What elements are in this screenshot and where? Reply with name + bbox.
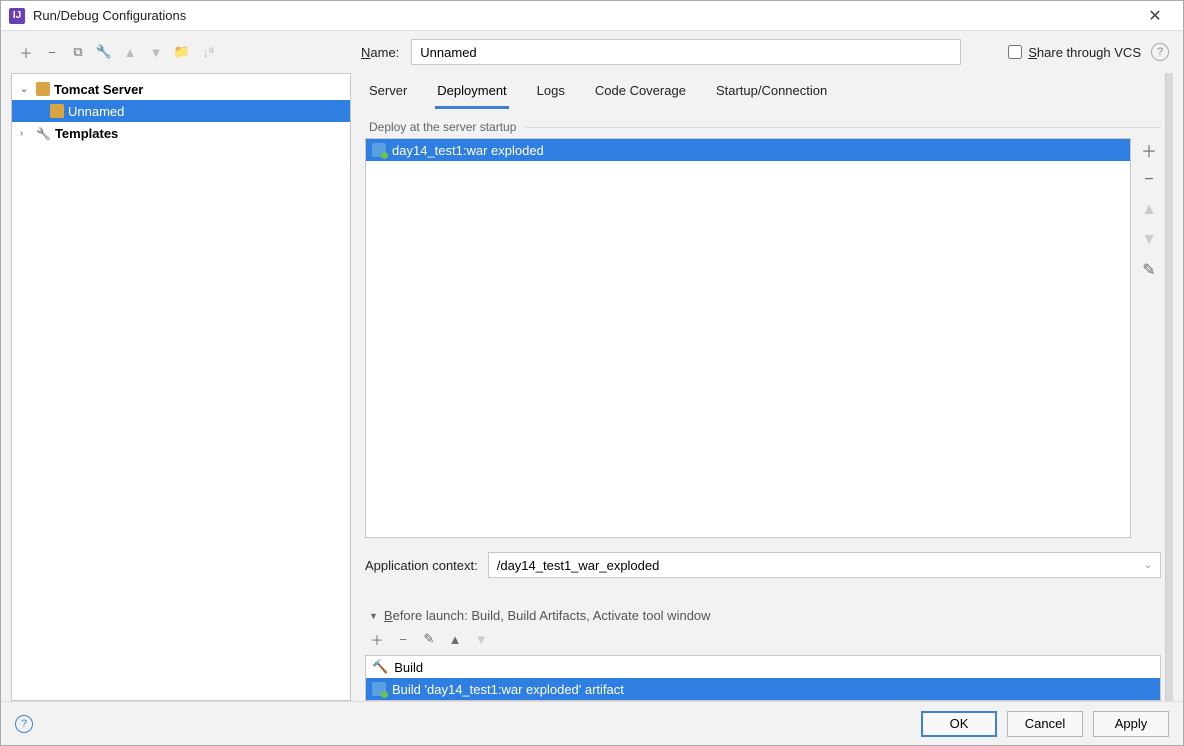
up-icon[interactable]: ▲ — [1139, 200, 1159, 220]
wrench-icon[interactable]: 🔧 — [95, 43, 113, 61]
app-context-combo[interactable]: /day14_test1_war_exploded ⌄ — [488, 552, 1161, 578]
edit-icon[interactable]: ✎ — [421, 631, 437, 647]
tabs: Server Deployment Logs Code Coverage Sta… — [361, 73, 1165, 110]
app-context-label: Application context: — [365, 558, 478, 573]
add-icon[interactable]: ＋ — [17, 43, 35, 61]
deploy-item-label: day14_test1:war exploded — [392, 143, 544, 158]
folder-icon[interactable]: 📁 — [173, 43, 191, 61]
tomcat-icon — [36, 82, 50, 96]
before-item-label: Build 'day14_test1:war exploded' artifac… — [392, 682, 624, 697]
remove-icon[interactable]: − — [43, 43, 61, 61]
help-vcs-icon[interactable]: ? — [1151, 43, 1169, 61]
app-context-value: /day14_test1_war_exploded — [497, 558, 660, 573]
before-item-label: Build — [394, 660, 423, 675]
before-item-build[interactable]: 🔨 Build — [366, 656, 1160, 678]
remove-icon[interactable]: − — [395, 631, 411, 647]
deploy-section-label: Deploy at the server startup — [365, 120, 1161, 134]
tree-templates[interactable]: › Templates — [12, 122, 350, 144]
down-icon[interactable]: ▼ — [1139, 230, 1159, 250]
config-tree: ⌄ Tomcat Server Unnamed › Templates — [11, 73, 351, 701]
tab-logs[interactable]: Logs — [535, 77, 567, 109]
before-launch-list[interactable]: 🔨 Build Build 'day14_test1:war exploded'… — [365, 655, 1161, 701]
triangle-down-icon: ▼ — [369, 611, 378, 621]
scrollbar[interactable] — [1165, 73, 1173, 701]
chevron-right-icon: › — [20, 128, 32, 139]
ok-button[interactable]: OK — [921, 711, 997, 737]
tree-label: Unnamed — [68, 104, 124, 119]
window-title: Run/Debug Configurations — [33, 8, 1135, 23]
name-input[interactable] — [411, 39, 961, 65]
hammer-icon: 🔨 — [372, 659, 388, 675]
before-item-artifact[interactable]: Build 'day14_test1:war exploded' artifac… — [366, 678, 1160, 700]
share-checkbox-input[interactable] — [1008, 45, 1022, 59]
name-label: Name: — [361, 45, 399, 60]
down-icon[interactable]: ▼ — [147, 43, 165, 61]
chevron-down-icon: ⌄ — [20, 84, 32, 95]
add-icon[interactable]: ＋ — [369, 631, 385, 647]
copy-icon[interactable]: ⧉ — [69, 43, 87, 61]
remove-icon[interactable]: − — [1139, 170, 1159, 190]
tab-startup-connection[interactable]: Startup/Connection — [714, 77, 829, 109]
sort-icon[interactable]: ↓ª — [199, 43, 217, 61]
tree-tomcat-server[interactable]: ⌄ Tomcat Server — [12, 78, 350, 100]
artifact-icon — [372, 682, 386, 696]
close-icon[interactable]: ✕ — [1135, 6, 1175, 26]
help-icon[interactable]: ? — [15, 715, 33, 733]
chevron-down-icon: ⌄ — [1144, 560, 1152, 571]
edit-icon[interactable]: ✎ — [1139, 260, 1159, 280]
deploy-side-toolbar: ＋ − ▲ ▼ ✎ — [1137, 138, 1161, 538]
tab-code-coverage[interactable]: Code Coverage — [593, 77, 688, 109]
before-launch-header[interactable]: ▼ Before launch: Build, Build Artifacts,… — [365, 608, 1161, 623]
cancel-button[interactable]: Cancel — [1007, 711, 1083, 737]
before-launch-toolbar: ＋ − ✎ ▲ ▼ — [365, 623, 1161, 655]
tree-label: Tomcat Server — [54, 82, 143, 97]
up-icon[interactable]: ▲ — [447, 631, 463, 647]
tree-item-unnamed[interactable]: Unnamed — [12, 100, 350, 122]
apply-button[interactable]: Apply — [1093, 711, 1169, 737]
deploy-item[interactable]: day14_test1:war exploded — [366, 139, 1130, 161]
tab-deployment[interactable]: Deployment — [435, 77, 508, 109]
up-icon[interactable]: ▲ — [121, 43, 139, 61]
add-icon[interactable]: ＋ — [1139, 140, 1159, 160]
down-icon[interactable]: ▼ — [473, 631, 489, 647]
artifact-icon — [372, 143, 386, 157]
tab-server[interactable]: Server — [367, 77, 409, 109]
tree-label: Templates — [55, 126, 118, 141]
share-checkbox[interactable]: Share through VCS — [1008, 45, 1141, 60]
deploy-list[interactable]: day14_test1:war exploded — [365, 138, 1131, 538]
app-icon: IJ — [9, 8, 25, 24]
config-toolbar: ＋ − ⧉ 🔧 ▲ ▼ 📁 ↓ª — [11, 43, 351, 61]
tomcat-icon — [50, 104, 64, 118]
wrench-icon — [36, 126, 51, 141]
titlebar: IJ Run/Debug Configurations ✕ — [1, 1, 1183, 31]
